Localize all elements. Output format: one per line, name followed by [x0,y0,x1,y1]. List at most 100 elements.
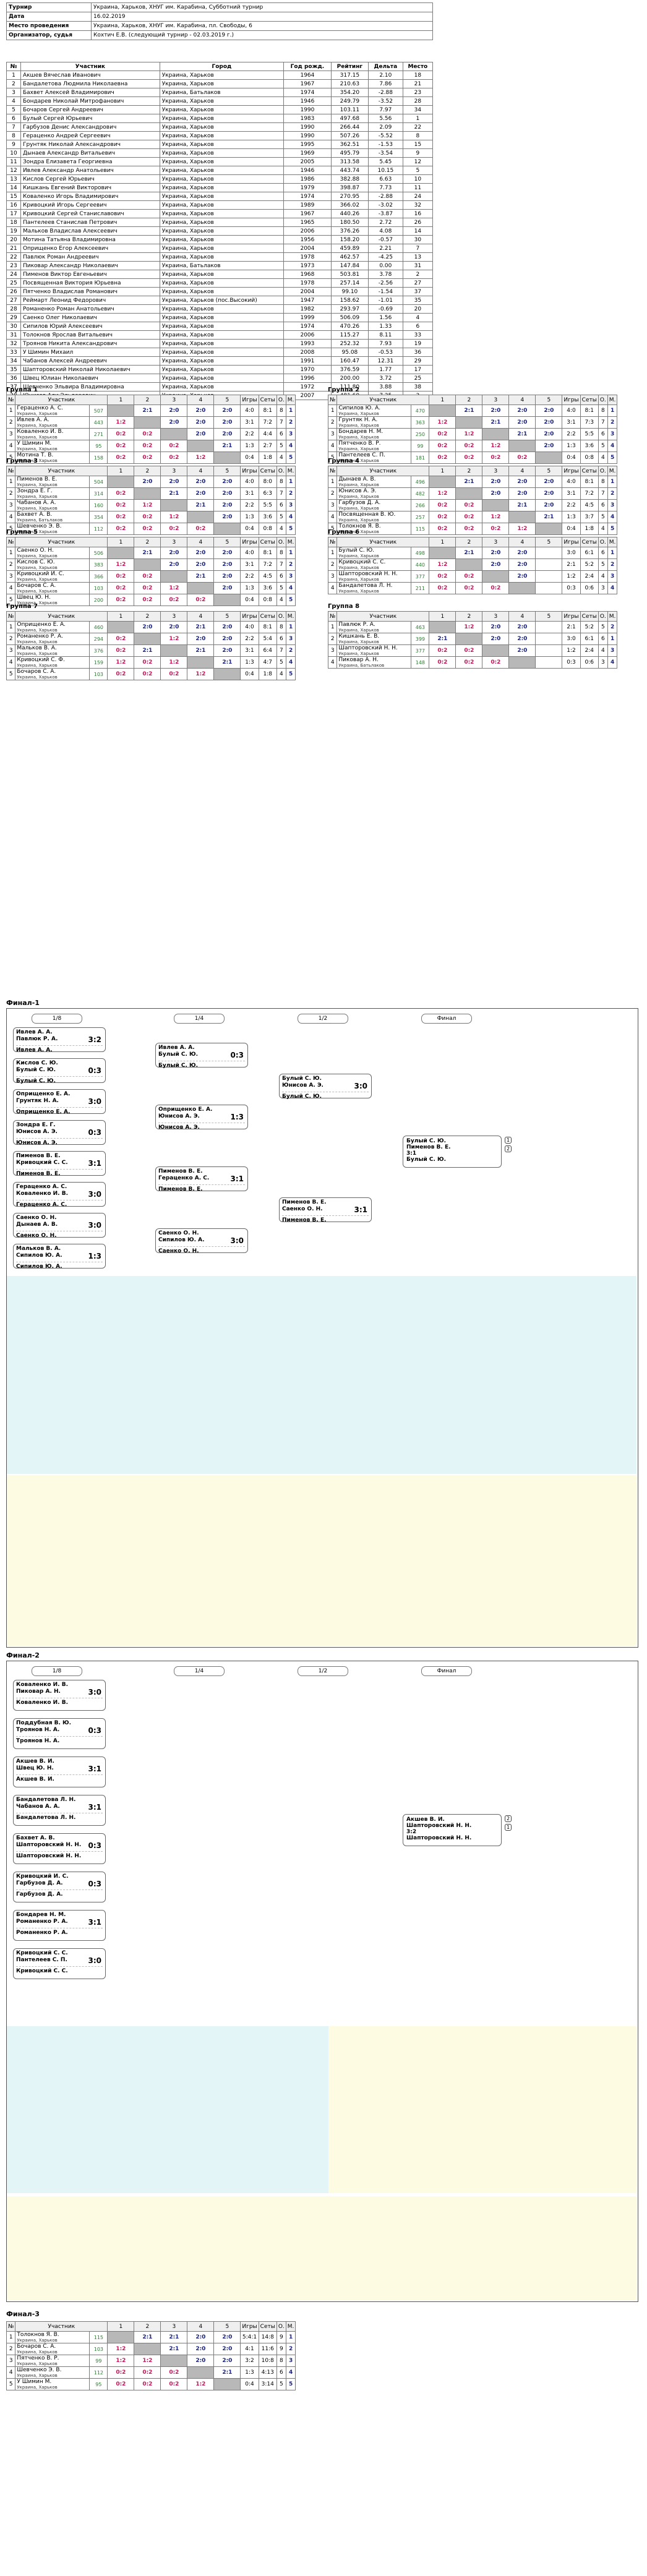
group-score-cell: 2:1 [213,2366,241,2379]
participant-cell: Бондарев Николай Митрофанович [20,96,160,106]
participant-cell: Украина, Харьков [159,183,285,192]
group-points: 5 [276,511,286,523]
group-player-name: Шапторовский Н. Н. Украина, Харьков [336,570,412,583]
group-score-cell: 2:1 [134,547,161,559]
group-games: 2:1 [562,621,581,633]
match-result: 3:0 [88,1221,102,1230]
player-rating: 506 [89,547,108,559]
group-row-number: 2 [327,633,338,645]
participant-cell: Украина, Харьков [159,79,285,88]
info-value: 16.02.2019 [91,12,433,22]
participant-cell: 1974 [283,192,332,201]
player-city: Украина, Батьлаков [17,518,63,523]
participant-cell: 7.97 [368,105,403,114]
group-column-header: 5 [213,2321,241,2332]
group-score-cell: 2:0 [213,558,241,571]
participant-cell: Акшев Вячеслав Иванович [20,71,160,80]
group-score-cell [535,582,563,594]
participant-cell: 160.47 [330,356,369,366]
group-points: 4 [276,451,286,464]
group-diagonal-cell [134,633,161,645]
group-sets: 8:1 [580,476,599,488]
player-city: Украина, Харьков [17,423,58,428]
group-place: 3 [607,499,618,511]
participant-cell: 1982 [283,304,332,314]
info-label: Турнир [6,2,92,12]
group-score-cell: 2:0 [213,487,241,500]
match-winner: Гарбузов Д. А. [16,1889,103,1898]
participant-cell: -0.69 [368,304,403,314]
group-player-name: Мальков В. А. Украина, Харьков [15,644,90,657]
participant-cell: 2 [6,79,21,88]
group-score-cell: 2:0 [482,633,510,645]
group-score-cell: 1:2 [429,416,456,429]
match-result: 0:3 [88,1726,102,1735]
group-column-header: 4 [187,395,215,405]
group-sets: 3:14 [258,2378,277,2390]
group-column-header: 1 [429,395,456,405]
participant-cell: 2004 [283,287,332,296]
participant-cell: -5.52 [368,131,403,140]
player-city: Украина, Харьков [17,628,58,633]
player-name: Кислов С. Ю. [17,559,55,566]
group-score-cell: 2:0 [187,2355,215,2367]
group-score-cell: 0:2 [160,440,188,452]
group-games: 0:4 [562,523,581,535]
participant-cell: Украина, Харьков [159,365,285,374]
group-column-header: 5 [213,537,241,547]
group-points: 6 [276,633,286,645]
group-place: 4 [607,511,618,523]
match-box: Зондра Е. Г. Юнисов А. Э. 0:3 Юнисов А. Э. [13,1120,106,1146]
place-badge: 1 [505,1824,512,1831]
group-points: 7 [276,487,286,500]
group-diagonal-cell [134,487,161,500]
group-score-cell: 2:0 [213,644,241,657]
match-result: 3:2 [406,1829,417,1835]
group-score-cell: 0:2 [107,511,135,523]
match-winner: Троянов Н. А. [16,1736,103,1744]
participant-cell: 459.89 [330,244,369,253]
participant-cell: Пантелеев Станислав Петрович [20,218,160,227]
group-games: 1:3 [240,656,259,669]
match-winner: Романенко Р. А. [16,1928,103,1936]
group-games: 0:4 [240,451,259,464]
group-score-cell: 0:2 [107,570,135,583]
participant-cell: Украина, Харьков [159,252,285,262]
group-row: 3 Шапторовский Н. Н. Украина, Харьков 377 0:… [327,644,618,657]
group-score-cell: 0:2 [107,428,135,440]
match-result: 3:0 [354,1082,368,1090]
group-diagonal-cell [187,511,215,523]
participant-cell: Ивлев Александр Анатольевич [20,166,160,175]
participant-cell: Украина, Харьков [159,71,285,80]
group-row-number: 5 [6,2378,16,2390]
group-games: 0:4 [240,594,259,606]
group-row-number: 1 [327,547,338,559]
group-place: 3 [285,428,296,440]
participant-cell: -2.88 [368,88,403,97]
group-column-header: Сеты [580,611,599,622]
group-row-number: 1 [6,404,16,417]
participant-cell: Украина, Харьков [159,192,285,201]
participant-cell: 19 [6,226,21,236]
participant-cell: 1978 [283,278,332,288]
group-points: 8 [598,404,608,417]
group-row: 5У Шимин М. Украина, Харьков 95 0:2 0:2 0:2 1:… [6,2378,296,2390]
participant-row: 1 Акшев Вячеслав Иванович Украина, Харьков… [6,71,434,80]
group-points: 8 [598,476,608,488]
group-row-number: 4 [6,2366,16,2379]
group-diagonal-cell [213,2378,241,2390]
group-row-number: 3 [327,499,338,511]
participant-cell: Украина, Харьков [159,148,285,158]
participant-cell: 270.95 [330,192,369,201]
group-column-header: Игры [562,537,581,547]
group-column-header: 3 [160,2321,188,2332]
participant-cell: 2004 [283,244,332,253]
group-diagonal-cell [160,2355,188,2367]
match-result: 3:1 [88,1765,102,1773]
participants-column-header: Место [402,62,434,71]
player-rating: 103 [89,582,108,594]
participant-cell: Украина, Харьков [159,244,285,253]
group-score-cell: 0:2 [107,582,135,594]
player-name: Юнисов А. Э. [338,488,377,495]
group-sets: 4:13 [258,2366,277,2379]
